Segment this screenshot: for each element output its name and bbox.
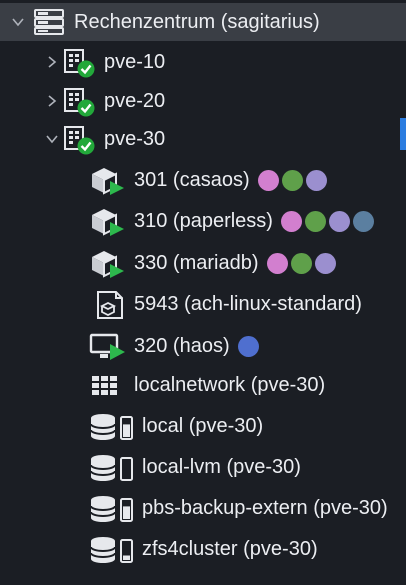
storage-usage-fill	[123, 506, 130, 519]
tag-dot	[352, 210, 374, 232]
tree-storage-zfs4cluster[interactable]: zfs4cluster (pve-30)	[0, 530, 406, 568]
tree-node-pve-20[interactable]: pve-20	[0, 82, 406, 120]
container-running-icon	[88, 164, 128, 196]
tree-guest-320[interactable]: 320 (haos)	[0, 327, 406, 365]
tag-dot	[328, 210, 350, 232]
guest-label: 330 (mariadb)	[134, 251, 259, 274]
chevron-right-icon[interactable]	[44, 54, 60, 70]
tree-storage-pbs-backup-extern[interactable]: pbs-backup-extern (pve-30)	[0, 489, 406, 527]
storage-usage-fill	[123, 555, 130, 560]
tree-storage-local[interactable]: local (pve-30)	[0, 407, 406, 445]
guest-label: 320 (haos)	[134, 334, 230, 357]
chevron-down-icon[interactable]	[10, 14, 26, 30]
node-label: pve-20	[104, 89, 166, 112]
storage-label: local (pve-30)	[142, 414, 264, 437]
guest-tags	[280, 210, 374, 232]
server-online-icon	[60, 85, 96, 117]
tree-guest-5943[interactable]: 5943 (ach-linux-standard)	[0, 285, 406, 323]
chevron-right-icon[interactable]	[44, 93, 60, 109]
tag-dot	[280, 210, 302, 232]
guest-label: 301 (casaos)	[134, 168, 250, 191]
tree-root-datacenter[interactable]: Rechenzentrum (sagitarius)	[0, 3, 406, 41]
node-label: pve-30	[104, 127, 166, 150]
node-label: pve-10	[104, 50, 166, 73]
guest-tags	[266, 252, 336, 274]
tag-dot	[237, 335, 259, 357]
storage-icon	[88, 492, 138, 524]
guest-tags	[237, 335, 259, 357]
vm-running-icon	[88, 330, 128, 362]
guest-tags	[257, 169, 327, 191]
tag-dot	[281, 169, 303, 191]
tree-sdn-localnetwork[interactable]: localnetwork (pve-30)	[0, 366, 406, 404]
network-label: localnetwork (pve-30)	[134, 373, 326, 396]
resource-tree: Rechenzentrum (sagitarius) pve-10 pve-20…	[0, 0, 406, 585]
container-running-icon	[88, 247, 128, 279]
storage-label: pbs-backup-extern (pve-30)	[142, 496, 388, 519]
tree-guest-310[interactable]: 310 (paperless)	[0, 202, 406, 240]
selection-accent	[400, 118, 406, 150]
guest-label: 5943 (ach-linux-standard)	[134, 292, 362, 315]
storage-icon	[88, 410, 138, 442]
tree-node-pve-30[interactable]: pve-30	[0, 120, 406, 158]
datacenter-icon	[32, 8, 66, 36]
tag-dot	[305, 169, 327, 191]
tag-dot	[290, 252, 312, 274]
storage-label: zfs4cluster (pve-30)	[142, 537, 318, 560]
tag-dot	[314, 252, 336, 274]
tag-dot	[257, 169, 279, 191]
container-running-icon	[88, 205, 128, 237]
network-grid-icon	[88, 371, 122, 399]
storage-usage-fill	[123, 424, 130, 437]
tag-dot	[304, 210, 326, 232]
guest-label: 310 (paperless)	[134, 209, 273, 232]
tag-dot	[266, 252, 288, 274]
template-icon	[88, 288, 128, 320]
chevron-down-icon[interactable]	[44, 131, 60, 147]
storage-icon	[88, 451, 138, 483]
tree-guest-330[interactable]: 330 (mariadb)	[0, 244, 406, 282]
storage-label: local-lvm (pve-30)	[142, 455, 301, 478]
storage-icon	[88, 533, 138, 565]
tree-guest-301[interactable]: 301 (casaos)	[0, 161, 406, 199]
datacenter-label: Rechenzentrum (sagitarius)	[74, 10, 320, 33]
tree-storage-local-lvm[interactable]: local-lvm (pve-30)	[0, 448, 406, 486]
server-online-icon	[60, 123, 96, 155]
server-online-icon	[60, 46, 96, 78]
tree-node-pve-10[interactable]: pve-10	[0, 43, 406, 81]
